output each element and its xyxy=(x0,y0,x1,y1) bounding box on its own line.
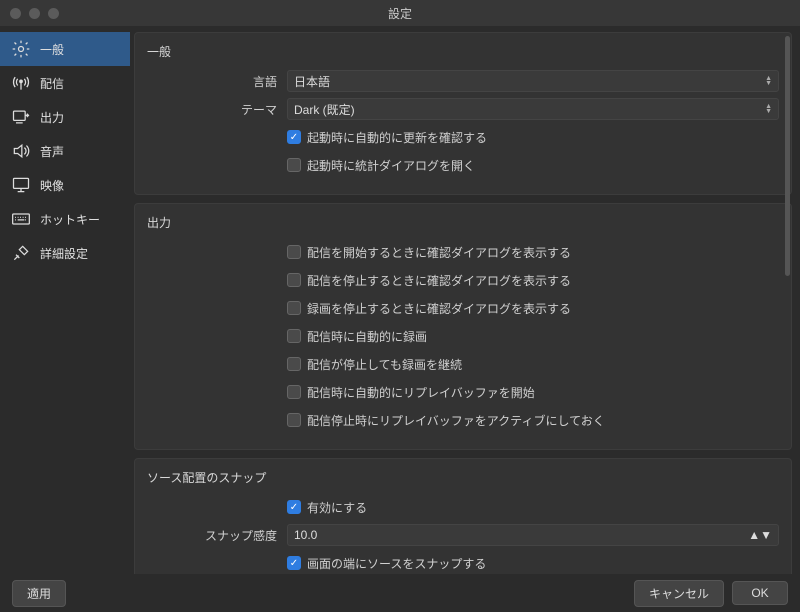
group-snap: ソース配置のスナップ 有効にする スナップ感度 10.0 ▲▼ 画面の端にソースを… xyxy=(134,458,792,574)
checkbox-keep-recording[interactable] xyxy=(287,357,301,371)
sidebar-label: 詳細設定 xyxy=(40,245,88,262)
group-title: 出力 xyxy=(147,214,779,231)
language-select[interactable]: 日本語 ▲▼ xyxy=(287,70,779,92)
theme-select[interactable]: Dark (既定) ▲▼ xyxy=(287,98,779,120)
footer: 適用 キャンセル OK xyxy=(0,574,800,612)
select-value: 日本語 xyxy=(294,73,330,90)
checkbox-label: 有効にする xyxy=(307,499,367,516)
sidebar-item-video[interactable]: 映像 xyxy=(0,168,130,202)
checkbox-snap-enable[interactable] xyxy=(287,500,301,514)
checkbox-keep-replay[interactable] xyxy=(287,413,301,427)
sidebar-item-hotkeys[interactable]: ホットキー xyxy=(0,202,130,236)
checkbox-auto-record[interactable] xyxy=(287,329,301,343)
scrollbar[interactable] xyxy=(785,36,790,276)
output-icon xyxy=(10,108,32,126)
checkbox-label: 起動時に自動的に更新を確認する xyxy=(307,129,487,146)
checkbox-label: 画面の端にソースをスナップする xyxy=(307,555,486,572)
checkbox-snap-screen[interactable] xyxy=(287,556,301,570)
sidebar-label: 一般 xyxy=(40,41,64,58)
checkbox-confirm-stop-stream[interactable] xyxy=(287,273,301,287)
sidebar-item-general[interactable]: 一般 xyxy=(0,32,130,66)
broadcast-icon xyxy=(10,74,32,92)
apply-button[interactable]: 適用 xyxy=(12,580,66,607)
sidebar-label: 出力 xyxy=(40,109,64,126)
titlebar: 設定 xyxy=(0,0,800,26)
checkbox-label: 起動時に統計ダイアログを開く xyxy=(307,157,475,174)
chevron-updown-icon: ▲▼ xyxy=(765,76,772,86)
checkbox-label: 配信時に自動的に録画 xyxy=(307,328,427,345)
snap-sensitivity-input[interactable]: 10.0 ▲▼ xyxy=(287,524,779,546)
sidebar: 一般 配信 出力 音声 映像 ホットキー 詳細設定 xyxy=(0,26,130,574)
ok-button[interactable]: OK xyxy=(732,581,788,605)
checkbox-label: 配信停止時にリプレイバッファをアクティブにしておく xyxy=(307,412,605,429)
chevron-updown-icon: ▲▼ xyxy=(765,104,772,114)
window-title: 設定 xyxy=(0,5,800,22)
sidebar-label: ホットキー xyxy=(40,211,100,228)
checkbox-label: 配信時に自動的にリプレイバッファを開始 xyxy=(307,384,535,401)
select-value: Dark (既定) xyxy=(294,101,355,118)
checkbox-label: 配信を停止するときに確認ダイアログを表示する xyxy=(307,272,571,289)
content-pane: 一般 言語 日本語 ▲▼ テーマ Dark (既定) ▲▼ 起動時に自動的に更新を確… xyxy=(130,26,800,574)
tools-icon xyxy=(10,244,32,262)
speaker-icon xyxy=(10,142,32,160)
language-label: 言語 xyxy=(147,73,287,90)
checkbox-label: 配信を開始するときに確認ダイアログを表示する xyxy=(307,244,571,261)
group-general: 一般 言語 日本語 ▲▼ テーマ Dark (既定) ▲▼ 起動時に自動的に更新を確… xyxy=(134,32,792,195)
checkbox-updates[interactable] xyxy=(287,130,301,144)
sidebar-item-advanced[interactable]: 詳細設定 xyxy=(0,236,130,270)
checkbox-label: 配信が停止しても録画を継続 xyxy=(307,356,462,373)
sidebar-label: 配信 xyxy=(40,75,64,92)
group-output: 出力 配信を開始するときに確認ダイアログを表示する 配信を停止するときに確認ダイ… xyxy=(134,203,792,450)
input-value: 10.0 xyxy=(294,528,317,542)
checkbox-auto-replay[interactable] xyxy=(287,385,301,399)
snap-sensitivity-label: スナップ感度 xyxy=(147,527,287,544)
sidebar-item-output[interactable]: 出力 xyxy=(0,100,130,134)
checkbox-label: 録画を停止するときに確認ダイアログを表示する xyxy=(307,300,571,317)
cancel-button[interactable]: キャンセル xyxy=(634,580,724,607)
checkbox-confirm-stop-record[interactable] xyxy=(287,301,301,315)
chevron-updown-icon: ▲▼ xyxy=(748,528,772,542)
monitor-icon xyxy=(10,176,32,194)
group-title: ソース配置のスナップ xyxy=(147,469,779,486)
checkbox-confirm-start-stream[interactable] xyxy=(287,245,301,259)
sidebar-item-audio[interactable]: 音声 xyxy=(0,134,130,168)
gear-icon xyxy=(10,40,32,58)
sidebar-item-stream[interactable]: 配信 xyxy=(0,66,130,100)
sidebar-label: 音声 xyxy=(40,143,64,160)
theme-label: テーマ xyxy=(147,101,287,118)
checkbox-stats[interactable] xyxy=(287,158,301,172)
keyboard-icon xyxy=(10,210,32,228)
sidebar-label: 映像 xyxy=(40,177,64,194)
group-title: 一般 xyxy=(147,43,779,60)
